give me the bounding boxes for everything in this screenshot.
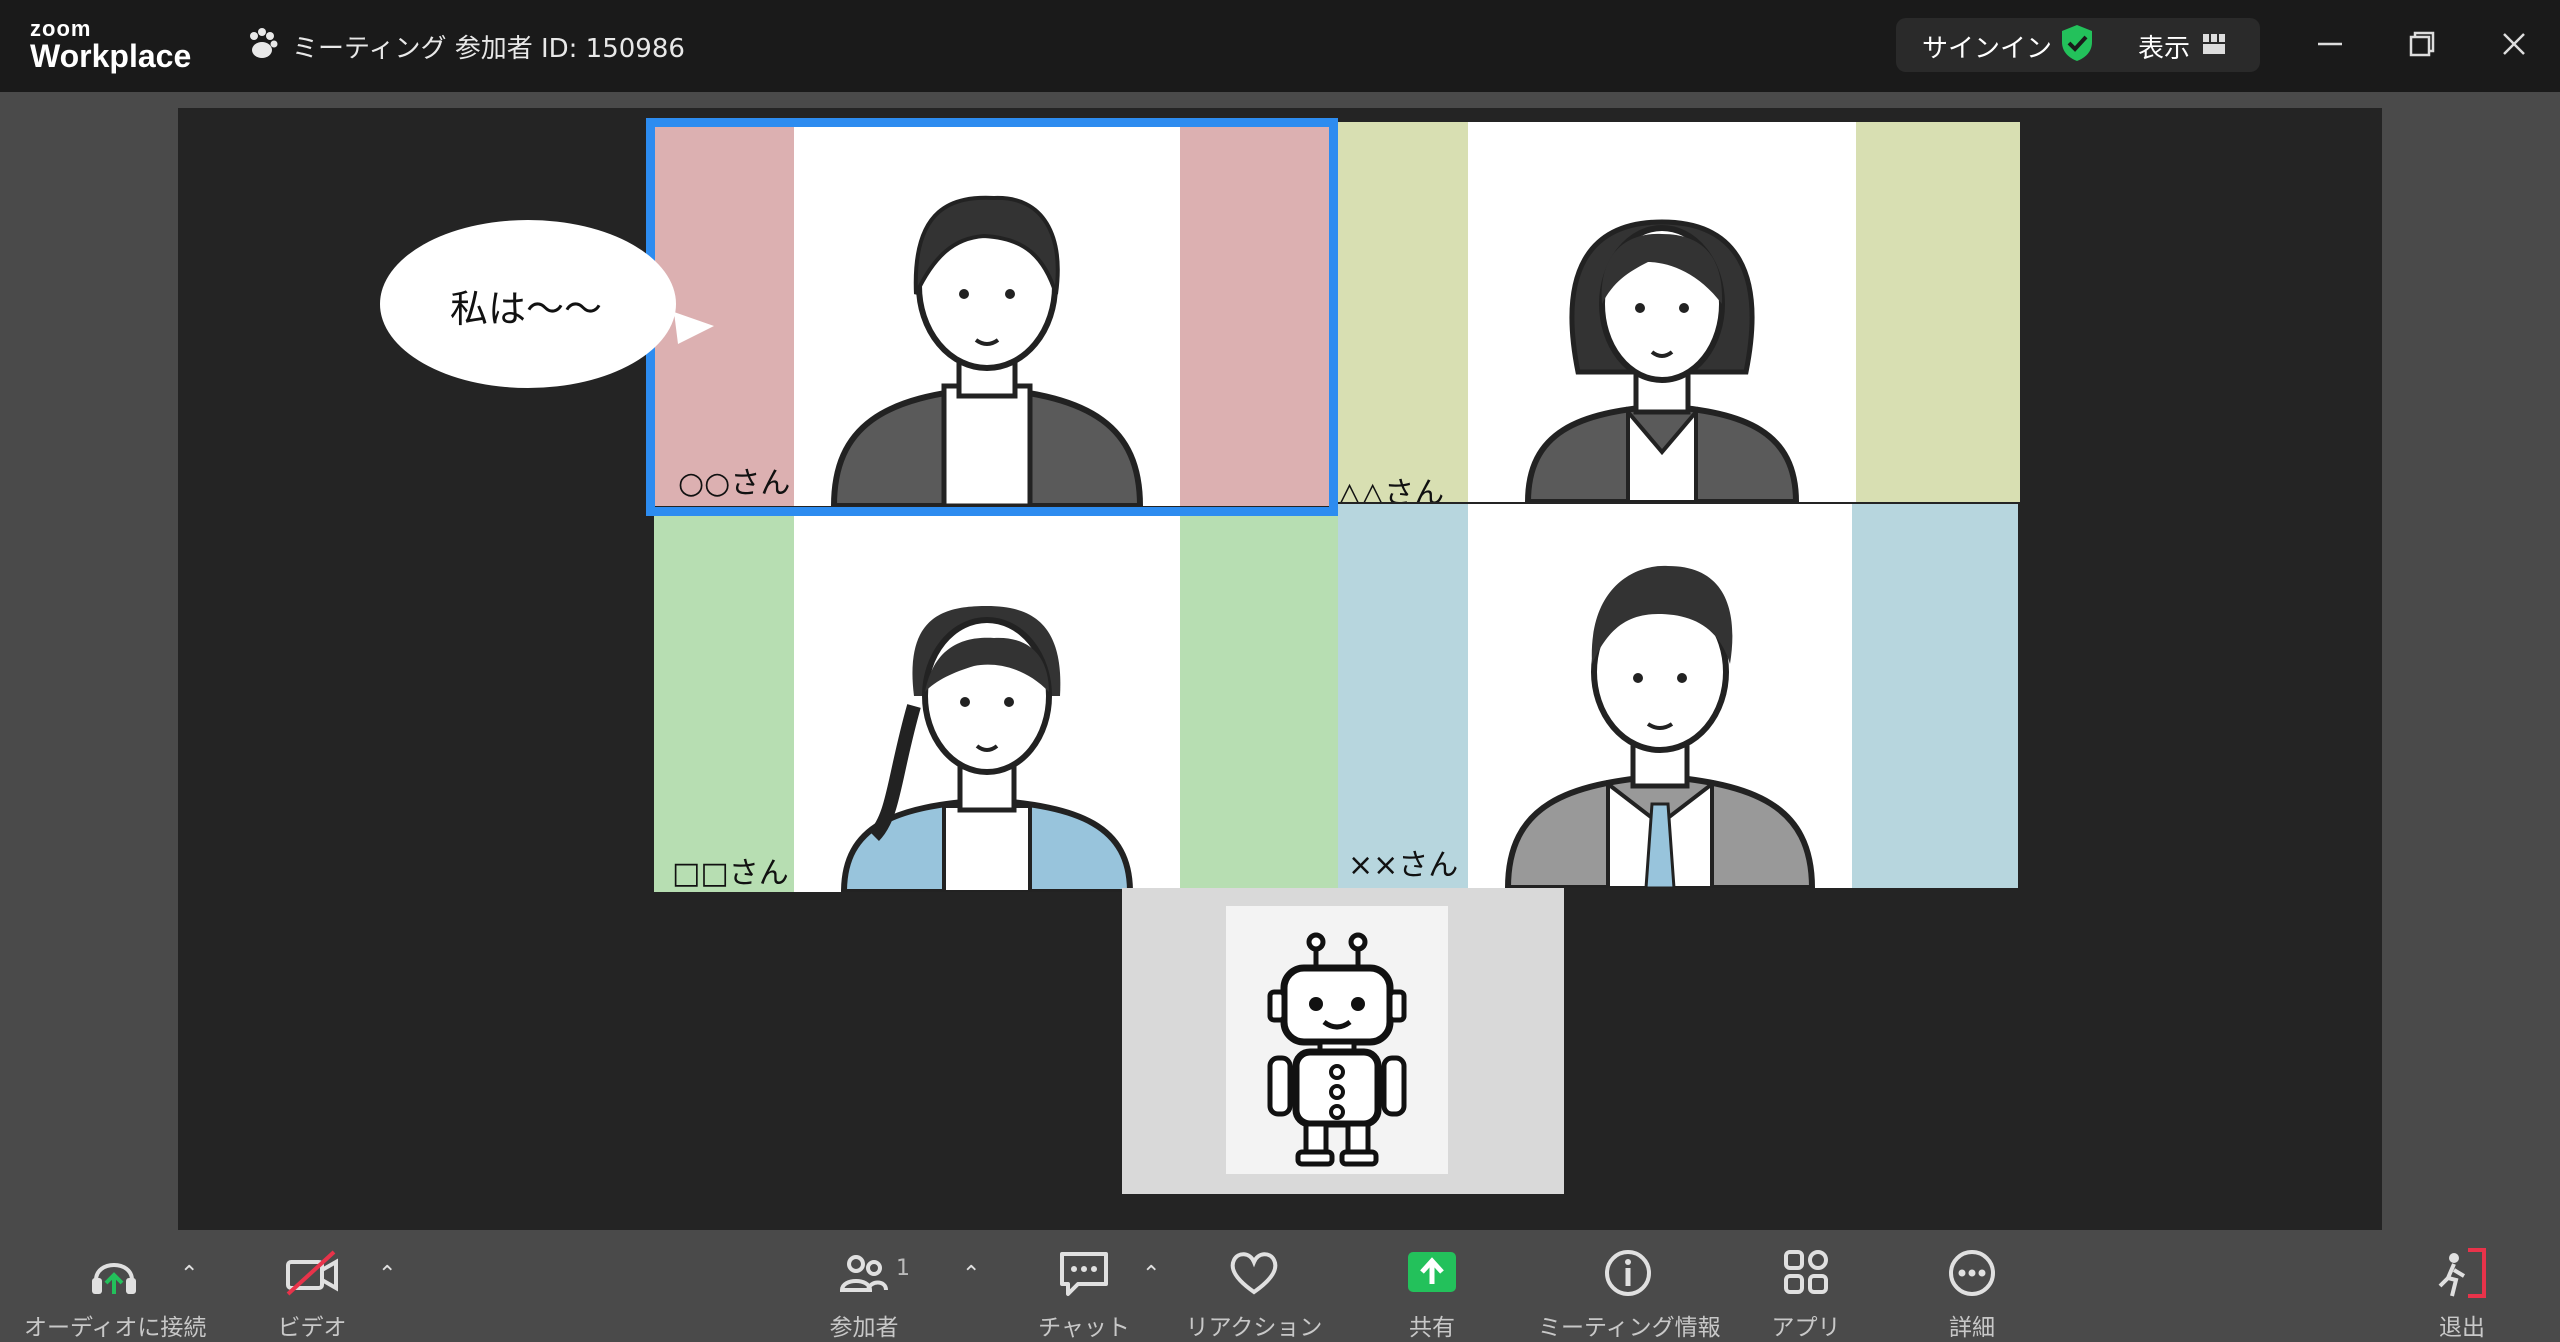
audio-button-label[interactable]: オーディオに接続 <box>24 1308 206 1342</box>
participant-name: □□さん <box>672 856 789 891</box>
chat-icon[interactable] <box>1056 1246 1112 1300</box>
share-button-label[interactable]: 共有 <box>1382 1308 1482 1342</box>
video-button-label[interactable]: ビデオ <box>262 1308 362 1342</box>
avatar <box>1468 122 1856 502</box>
video-tile-2[interactable]: △△さん <box>1338 122 2020 502</box>
info-icon[interactable] <box>1600 1246 1656 1300</box>
shield-check-icon[interactable] <box>2060 24 2094 62</box>
active-speaker-frame <box>646 118 1338 516</box>
restore-icon[interactable] <box>2404 26 2440 62</box>
participants-icon[interactable] <box>836 1246 892 1300</box>
video-caret-icon[interactable]: ⌃ <box>378 1262 396 1287</box>
participants-button-label[interactable]: 参加者 <box>814 1308 914 1342</box>
video-tile-4[interactable]: ××さん <box>1338 504 2018 888</box>
view-button[interactable]: 表示 <box>2138 28 2190 65</box>
video-tile-3[interactable]: □□さん <box>654 516 1338 892</box>
apps-icon[interactable] <box>1778 1246 1834 1300</box>
leave-button-label[interactable]: 退出 <box>2412 1308 2512 1342</box>
participants-count: 1 <box>896 1256 910 1281</box>
share-screen-icon[interactable] <box>1404 1246 1460 1300</box>
participant-name: △△さん <box>1338 476 1445 502</box>
more-icon[interactable] <box>1944 1246 2000 1300</box>
more-button-label[interactable]: 詳細 <box>1922 1308 2022 1342</box>
meeting-toolbar: ⌃ オーディオに接続 ⌃ ビデオ 1 ⌃ 参加者 ⌃ チャット リアクション 共… <box>0 1230 2560 1342</box>
audio-caret-icon[interactable]: ⌃ <box>180 1262 198 1287</box>
chat-caret-icon[interactable]: ⌃ <box>1142 1262 1160 1287</box>
participants-caret-icon[interactable]: ⌃ <box>962 1262 980 1287</box>
video-tile-robot[interactable] <box>1122 888 1564 1194</box>
close-icon[interactable] <box>2496 26 2532 62</box>
signin-button[interactable]: サインイン <box>1922 28 2052 65</box>
robot-avatar <box>1226 906 1448 1174</box>
grid-view-icon[interactable] <box>2203 34 2225 54</box>
participant-name: ××さん <box>1348 848 1459 883</box>
headphones-icon[interactable] <box>86 1246 142 1300</box>
heart-icon[interactable] <box>1226 1246 1282 1300</box>
avatar <box>1468 504 1852 888</box>
apps-button-label[interactable]: アプリ <box>1756 1308 1856 1342</box>
workplace-logo: Workplace <box>30 38 192 74</box>
meeting-title[interactable]: ミーティング 参加者 ID: 150986 <box>292 28 685 65</box>
video-off-icon[interactable] <box>284 1246 340 1300</box>
paw-icon <box>250 28 278 58</box>
meeting-info-button-label[interactable]: ミーティング情報 <box>1538 1308 1721 1342</box>
speech-bubble-text: 私は〜〜 <box>450 287 603 331</box>
minimize-icon[interactable] <box>2312 26 2348 62</box>
title-bar: zoom Workplace ミーティング 参加者 ID: 150986 サイン… <box>0 0 2560 92</box>
reaction-button-label[interactable]: リアクション <box>1184 1308 1324 1342</box>
leave-icon[interactable] <box>2434 1246 2490 1300</box>
chat-button-label[interactable]: チャット <box>1034 1308 1134 1342</box>
avatar <box>794 516 1180 892</box>
